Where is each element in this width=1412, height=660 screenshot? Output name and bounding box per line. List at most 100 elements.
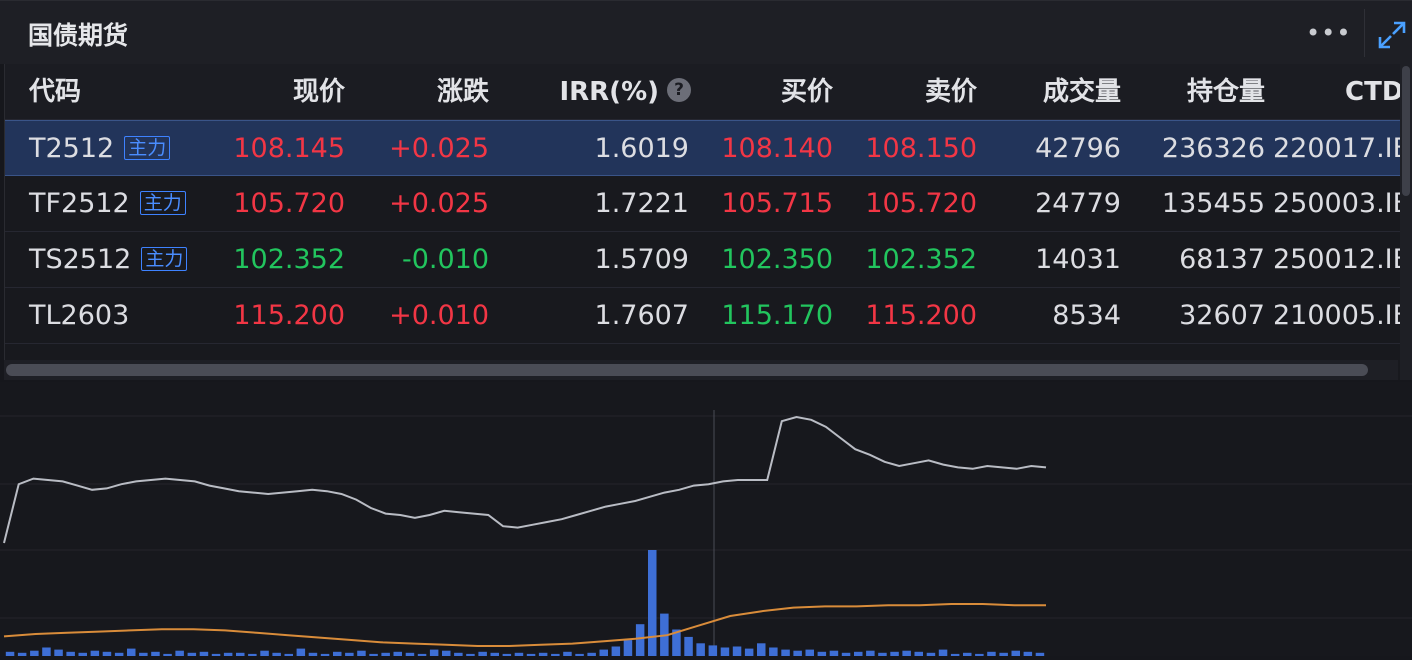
col-price[interactable]: 现价	[215, 64, 345, 120]
volume-bar	[127, 648, 136, 656]
volume-bar	[5, 651, 15, 656]
col-change[interactable]: 涨跌	[365, 64, 489, 120]
horizontal-scrollbar-thumb[interactable]	[6, 364, 1368, 376]
volume-bar	[333, 651, 342, 656]
volume-bar	[260, 650, 269, 656]
divider	[1364, 9, 1365, 57]
volume-bar	[914, 651, 923, 656]
ask-cell: 115.200	[865, 300, 977, 331]
price-cell: 115.200	[233, 300, 345, 331]
volume-cell: 8534	[1052, 300, 1121, 331]
irr-cell: 1.7221	[594, 188, 689, 219]
volume-bar	[708, 645, 718, 656]
col-volume[interactable]: 成交量	[991, 64, 1121, 120]
table-row[interactable]: T2512 主力 108.145 +0.025 1.6019 108.140 10…	[5, 120, 1411, 177]
volume-bar	[429, 649, 439, 656]
volume-bar	[599, 649, 608, 656]
oi-cell: 32607	[1179, 300, 1265, 331]
price-cell: 102.352	[233, 244, 345, 275]
volume-bar	[175, 650, 184, 656]
vertical-scrollbar-thumb[interactable]	[1402, 66, 1410, 196]
volume-bar	[696, 643, 705, 656]
price-cell: 105.720	[233, 188, 345, 219]
code-text: T2512	[29, 133, 115, 164]
change-cell: +0.025	[389, 188, 489, 219]
bid-cell: 105.715	[721, 188, 833, 219]
change-cell: +0.025	[389, 133, 489, 164]
table-row[interactable]: TL2603 115.200 +0.010 1.7607 115.170 115…	[5, 288, 1411, 344]
code-text: TF2512	[29, 188, 130, 219]
volume-bar	[199, 651, 209, 656]
col-code[interactable]: 代码	[29, 64, 81, 120]
oi-cell: 236326	[1161, 133, 1265, 164]
help-icon[interactable]: ?	[667, 77, 691, 102]
volume-bar	[393, 651, 402, 656]
volume-bar	[781, 649, 790, 656]
ask-cell: 108.150	[865, 133, 977, 164]
irr-cell: 1.7607	[594, 300, 689, 331]
intraday-chart[interactable]	[0, 382, 1412, 656]
col-irr[interactable]: IRR(%)?	[505, 64, 691, 120]
contract-code: T2512 主力	[29, 121, 171, 177]
main-contract-badge: 主力	[139, 190, 186, 215]
table-header: 代码 现价 涨跌 IRR(%)? 买价 卖价 成交量 持仓量 CTD	[5, 64, 1403, 120]
volume-bar	[720, 647, 730, 656]
volume-bar	[732, 646, 742, 656]
volume-bar	[938, 649, 948, 656]
volume-bar	[296, 648, 306, 656]
volume-bar	[987, 651, 996, 656]
average-price-line	[3, 603, 1046, 647]
volume-cell: 14031	[1035, 244, 1121, 275]
change-cell: -0.010	[401, 244, 489, 275]
table-row[interactable]: TF2512 主力 105.720 +0.025 1.7221 105.715 1…	[5, 176, 1411, 232]
volume-bar	[563, 651, 572, 656]
volume-bar	[805, 649, 814, 656]
volume-bar	[66, 651, 75, 656]
volume-cell: 24779	[1035, 188, 1121, 219]
volume-bar	[90, 650, 100, 656]
oi-cell: 135455	[1161, 188, 1265, 219]
volume-bar	[102, 651, 112, 656]
volume-bar	[30, 650, 39, 656]
expand-icon[interactable]	[1376, 19, 1408, 51]
volume-bar	[793, 650, 802, 656]
volume-bar	[42, 647, 51, 656]
volume-bar	[611, 646, 621, 656]
contract-code: TL2603	[29, 300, 130, 331]
main-contract-badge: 主力	[124, 135, 171, 160]
volume-bar	[54, 649, 63, 656]
col-bid[interactable]: 买价	[705, 64, 833, 120]
contract-code: TF2512 主力	[29, 176, 186, 232]
volume-bar	[854, 651, 863, 656]
volume-bar	[648, 550, 657, 656]
col-ask[interactable]: 卖价	[847, 64, 977, 120]
oi-cell: 68137	[1179, 244, 1265, 275]
col-oi[interactable]: 持仓量	[1135, 64, 1265, 120]
volume-bar	[684, 636, 693, 656]
volume-bar	[442, 650, 451, 656]
irr-cell: 1.5709	[594, 244, 689, 275]
panel-header: 国债期货 •••	[0, 0, 1412, 64]
main-contract-badge: 主力	[141, 246, 188, 271]
col-irr-label: IRR(%)	[559, 77, 659, 107]
futures-table: 代码 现价 涨跌 IRR(%)? 买价 卖价 成交量 持仓量 CTD T2512…	[4, 64, 1411, 380]
ctd-cell: 220017.IB	[1273, 133, 1412, 164]
table-row[interactable]: TS2512 主力 102.352 -0.010 1.5709 102.350 1…	[5, 232, 1411, 288]
volume-bar	[151, 651, 160, 656]
volume-cell: 42796	[1035, 133, 1121, 164]
contract-code: TS2512 主力	[29, 232, 188, 288]
price-cell: 108.145	[233, 133, 345, 164]
col-ctd[interactable]: CTD	[1345, 64, 1403, 120]
bid-cell: 102.350	[721, 244, 833, 275]
volume-bar	[866, 650, 875, 656]
volume-bar	[357, 650, 366, 656]
more-icon[interactable]: •••	[1306, 13, 1350, 53]
bid-cell: 115.170	[721, 300, 833, 331]
volume-bar	[902, 650, 911, 656]
ctd-cell: 250012.IB	[1273, 244, 1412, 275]
code-text: TS2512	[29, 244, 132, 275]
bid-cell: 108.140	[721, 133, 833, 164]
volume-bar	[890, 651, 899, 656]
volume-bar	[1023, 651, 1033, 656]
irr-cell: 1.6019	[594, 133, 689, 164]
